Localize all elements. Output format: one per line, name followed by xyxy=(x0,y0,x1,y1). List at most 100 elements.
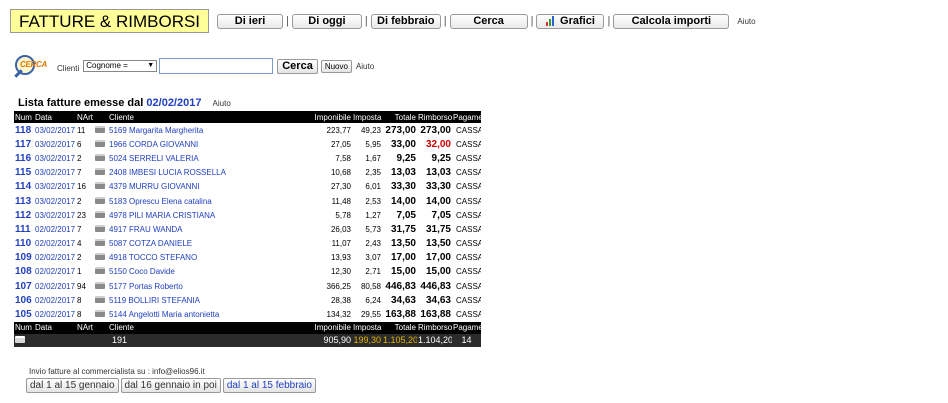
printer-icon[interactable] xyxy=(95,239,105,247)
printer-icon[interactable] xyxy=(95,139,105,147)
print-cell[interactable] xyxy=(94,208,108,222)
invoice-client[interactable]: 5119 BOLLIRI STEFANIA xyxy=(108,293,300,307)
printer-icon[interactable] xyxy=(95,125,105,133)
invoice-number[interactable]: 108 xyxy=(14,265,34,279)
invoice-number[interactable]: 110 xyxy=(14,237,34,251)
list-help-link[interactable]: Aiuto xyxy=(213,99,231,108)
search-input[interactable] xyxy=(159,58,274,74)
period-button-1[interactable]: dal 1 al 15 gennaio xyxy=(26,378,119,393)
printer-icon[interactable] xyxy=(95,267,105,275)
invoice-number[interactable]: 113 xyxy=(14,194,34,208)
invoice-number[interactable]: 114 xyxy=(14,180,34,194)
invoice-client[interactable]: 1966 CORDA GIOVANNI xyxy=(108,137,300,151)
list-title-date[interactable]: 02/02/2017 xyxy=(146,97,201,109)
invoice-client[interactable]: 2408 IMBESI LUCIA ROSSELLA xyxy=(108,166,300,180)
invoice-imposta: 1,27 xyxy=(365,210,381,220)
printer-icon[interactable] xyxy=(95,182,105,190)
invoice-client[interactable]: 5144 Angelotti Maria antonietta xyxy=(108,307,300,321)
di-oggi-button[interactable]: Di oggi xyxy=(291,13,362,29)
table-row[interactable]: 108 02/02/2017 1 5150 Coco Davide 12,30 2,71 1… xyxy=(14,265,481,279)
printer-icon[interactable] xyxy=(95,295,105,303)
invoice-totale: 446,83 xyxy=(385,280,416,292)
search-field-select[interactable]: Cognome = ▼ xyxy=(83,60,158,72)
invoice-number[interactable]: 118 xyxy=(14,123,34,137)
table-row[interactable]: 114 03/02/2017 16 4379 MURRU GIOVANNI 27,30 6… xyxy=(14,180,481,194)
invoice-number[interactable]: 111 xyxy=(14,222,34,236)
col-footer-totale: Totale xyxy=(382,321,417,334)
invoice-date: 02/02/2017 xyxy=(35,239,76,249)
print-cell[interactable] xyxy=(94,265,108,279)
print-cell[interactable] xyxy=(94,307,108,321)
total-totale: 1.105,20 xyxy=(382,333,417,347)
table-row[interactable]: 112 03/02/2017 23 4978 PILI MARIA CRISTIANA… xyxy=(14,208,481,222)
new-button[interactable]: Nuovo xyxy=(320,59,352,73)
table-row[interactable]: 117 03/02/2017 6 1966 CORDA GIOVANNI 27,05 5,… xyxy=(14,137,481,151)
print-cell[interactable] xyxy=(94,293,108,307)
printer-icon[interactable] xyxy=(95,168,105,176)
print-cell[interactable] xyxy=(94,166,108,180)
printer-icon[interactable] xyxy=(95,281,105,289)
table-row[interactable]: 110 02/02/2017 4 5087 COTZA DANIELE 11,07 2,4… xyxy=(14,237,481,251)
table-row[interactable]: 107 02/02/2017 94 5177 Portas Roberto 366,25… xyxy=(14,279,481,293)
invoice-number[interactable]: 112 xyxy=(14,208,34,222)
invoice-rimborso: 15,00 xyxy=(425,266,451,278)
printer-icon[interactable] xyxy=(95,253,105,261)
period-button-2[interactable]: dal 16 gennaio in poi xyxy=(120,378,221,393)
invoice-client[interactable]: 5169 Margarita Margherita xyxy=(108,123,300,137)
di-febbraio-button[interactable]: Di febbraio xyxy=(370,13,441,29)
invoice-client[interactable]: 5177 Portas Roberto xyxy=(108,279,300,293)
invoice-date: 03/02/2017 xyxy=(35,210,76,220)
print-all-cell[interactable] xyxy=(14,333,34,347)
print-cell[interactable] xyxy=(94,123,108,137)
print-cell[interactable] xyxy=(94,194,108,208)
di-ieri-button[interactable]: Di ieri xyxy=(217,13,284,29)
print-cell[interactable] xyxy=(94,137,108,151)
header-help-link[interactable]: Aiuto xyxy=(737,17,755,26)
invoice-number[interactable]: 107 xyxy=(14,279,34,293)
cerca-nav-button[interactable]: Cerca xyxy=(449,13,528,29)
invoice-imposta: 1,67 xyxy=(365,153,381,163)
invoice-date: 02/02/2017 xyxy=(35,281,76,291)
invoice-nart: 16 xyxy=(77,182,86,192)
invoice-number[interactable]: 109 xyxy=(14,251,34,265)
table-row[interactable]: 115 03/02/2017 7 2408 IMBESI LUCIA ROSSELLA… xyxy=(14,166,481,180)
invoice-number[interactable]: 106 xyxy=(14,293,34,307)
invoice-client[interactable]: 5024 SERRELI VALERIA xyxy=(108,151,300,165)
print-cell[interactable] xyxy=(94,251,108,265)
invoice-number[interactable]: 116 xyxy=(14,151,34,165)
search-help-link[interactable]: Aiuto xyxy=(356,62,374,71)
print-cell[interactable] xyxy=(94,151,108,165)
invoice-client[interactable]: 5183 Oprescu Elena catalina xyxy=(108,194,300,208)
printer-icon[interactable] xyxy=(95,224,105,232)
invoice-client[interactable]: 5087 COTZA DANIELE xyxy=(108,237,300,251)
printer-icon[interactable] xyxy=(15,336,25,344)
print-cell[interactable] xyxy=(94,222,108,236)
table-row[interactable]: 116 03/02/2017 2 5024 SERRELI VALERIA 7,58 1,… xyxy=(14,151,481,165)
grafici-button[interactable]: Grafici xyxy=(536,13,605,29)
invoice-client[interactable]: 4379 MURRU GIOVANNI xyxy=(108,180,300,194)
invoice-client[interactable]: 4978 PILI MARIA CRISTIANA xyxy=(108,208,300,222)
printer-icon[interactable] xyxy=(95,196,105,204)
print-cell[interactable] xyxy=(94,279,108,293)
search-button[interactable]: Cerca xyxy=(277,58,318,74)
invoice-client[interactable]: 5150 Coco Davide xyxy=(108,265,300,279)
period-button-3[interactable]: dal 1 al 15 febbraio xyxy=(222,378,316,393)
col-header-print xyxy=(94,111,108,123)
invoice-client[interactable]: 4918 TOCCO STEFANO xyxy=(108,251,300,265)
table-row[interactable]: 106 02/02/2017 8 5119 BOLLIRI STEFANIA 28,38… xyxy=(14,293,481,307)
invoice-number[interactable]: 117 xyxy=(14,137,34,151)
invoice-number[interactable]: 115 xyxy=(14,166,34,180)
invoice-client[interactable]: 4917 FRAU WANDA xyxy=(108,222,300,236)
print-cell[interactable] xyxy=(94,180,108,194)
invoice-number[interactable]: 105 xyxy=(14,307,34,321)
table-row[interactable]: 105 02/02/2017 8 5144 Angelotti Maria anton… xyxy=(14,307,481,321)
print-cell[interactable] xyxy=(94,237,108,251)
table-row[interactable]: 109 02/02/2017 2 4918 TOCCO STEFANO 13,93 3,0… xyxy=(14,251,481,265)
calcola-importi-button[interactable]: Calcola importi xyxy=(613,13,730,29)
table-row[interactable]: 111 02/02/2017 7 4917 FRAU WANDA 26,03 5,73 31… xyxy=(14,222,481,236)
table-row[interactable]: 118 03/02/2017 11 5169 Margarita Margherita… xyxy=(14,123,481,137)
printer-icon[interactable] xyxy=(95,310,105,318)
printer-icon[interactable] xyxy=(95,153,105,161)
printer-icon[interactable] xyxy=(95,210,105,218)
table-row[interactable]: 113 03/02/2017 2 5183 Oprescu Elena catalin… xyxy=(14,194,481,208)
